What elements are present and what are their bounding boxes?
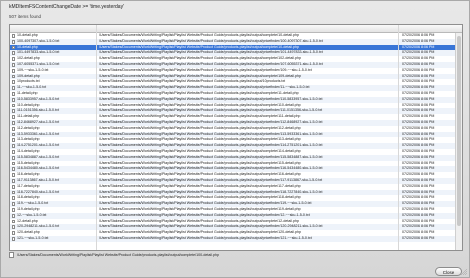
document-icon [12,34,15,38]
document-icon [12,97,15,102]
document-icon [12,213,15,218]
document-icon [12,219,15,224]
document-icon [12,167,15,172]
query-title: kMDItemFSContentChangeDate >= 'time.yest… [9,4,125,10]
document-icon [12,155,15,160]
document-icon [12,173,15,177]
document-icon [12,144,15,148]
document-icon [12,103,15,108]
document-icon [12,231,15,235]
document-icon [12,161,15,166]
document-icon [12,62,15,67]
row-filename: 121-~~sku-1-5-0.txt [17,235,49,240]
table-row[interactable]: 121-~~sku-1-5-0.txt/Users/Stakes/Documen… [10,235,462,242]
document-icon [12,57,15,61]
document-icon [12,86,15,90]
document-icon [12,39,15,44]
document-icon [12,184,15,189]
document-icon [12,196,15,201]
row-date: 07/20/2006 8:06 PM [402,235,435,240]
document-icon [12,138,15,143]
column-divider[interactable] [96,25,97,250]
table-header[interactable] [10,25,462,33]
document-icon [12,68,15,73]
document-icon [12,74,15,79]
document-icon [12,236,15,241]
document-icon [12,126,15,131]
results-rows: 10-detail.php/Users/Stakes/Documents/Wor… [10,33,462,249]
document-icon [12,149,15,154]
row-path: /Users/Stakes/Documents/WorkWriting/Play… [99,235,312,240]
document-icon [12,51,15,56]
vertical-scrollbar[interactable] [455,33,462,250]
selected-path-bar: /Users/Stakes/Documents/WorkWriting/Play… [9,252,405,259]
scrollbar-thumb[interactable] [457,36,461,226]
results-table[interactable]: 10-detail.php/Users/Stakes/Documents/Wor… [9,24,463,251]
document-icon [12,202,15,206]
resize-grip-icon[interactable] [461,269,467,275]
document-icon [12,225,15,230]
results-window: kMDItemFSContentChangeDate >= 'time.yest… [0,0,470,278]
document-icon [12,91,15,96]
document-icon [12,109,15,114]
document-icon [12,132,15,137]
document-icon [12,80,15,85]
items-found-count: 507 items found [9,14,42,19]
document-icon [12,178,15,183]
document-icon [12,115,15,119]
selected-path: /Users/Stakes/Documents/WorkWriting/Play… [17,253,219,257]
document-icon [12,45,15,50]
document-icon [12,120,15,125]
close-button[interactable]: Close [435,267,462,276]
document-icon [12,207,15,212]
document-icon [9,252,14,259]
document-icon [12,190,15,195]
column-divider[interactable] [398,25,399,250]
